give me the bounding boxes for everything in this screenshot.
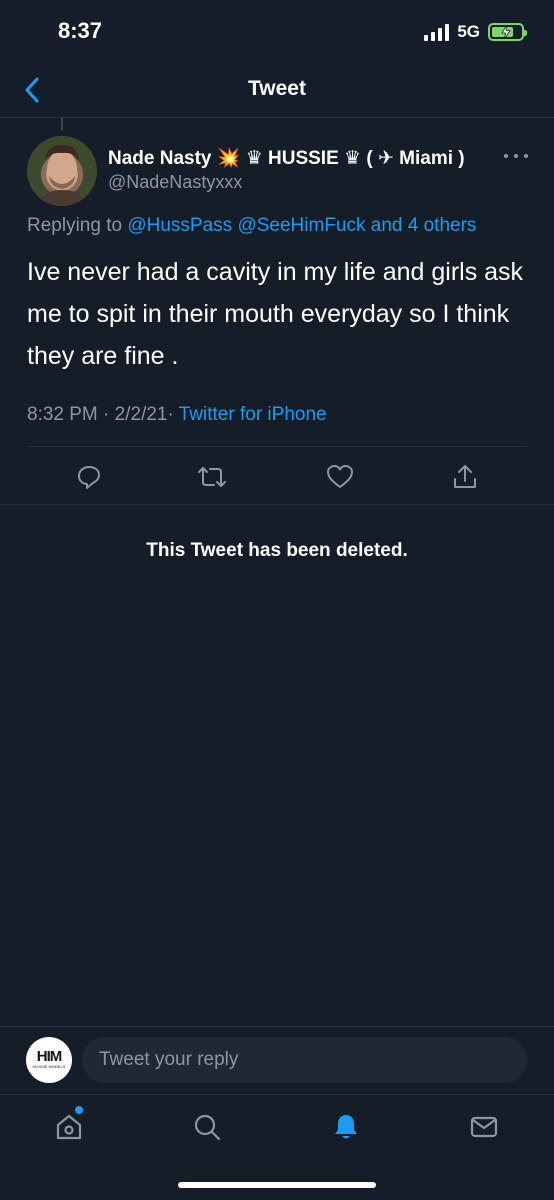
retweet-icon bbox=[198, 467, 226, 487]
author-avatar[interactable] bbox=[27, 136, 97, 206]
tweet: Nade Nasty 💥 ♛ HUSSIE ♛ ( ✈ Miami ) @Nad… bbox=[0, 118, 554, 505]
home-icon bbox=[56, 1114, 82, 1140]
tweet-date: 2/2/21 bbox=[114, 404, 168, 425]
status-time: 8:37 bbox=[58, 18, 103, 43]
home-notification-dot bbox=[75, 1106, 83, 1114]
bell-icon bbox=[335, 1115, 357, 1139]
share-button[interactable] bbox=[449, 461, 481, 493]
status-indicators: 5G bbox=[424, 20, 527, 44]
signal-icon bbox=[424, 23, 450, 41]
divider bbox=[27, 446, 527, 447]
reply-icon bbox=[78, 466, 100, 489]
retweet-button[interactable] bbox=[196, 461, 228, 493]
reply-button[interactable] bbox=[73, 461, 105, 493]
author-handle[interactable]: @NadeNastyxxx bbox=[108, 172, 242, 193]
nav-bar: Tweet bbox=[0, 62, 554, 118]
tweet-meta: 8:32 PM · 2/2/21· Twitter for iPhone bbox=[27, 404, 327, 425]
status-bar: 8:37 5G bbox=[0, 0, 554, 62]
mail-icon bbox=[470, 1116, 498, 1138]
meta-separator: · bbox=[103, 404, 110, 425]
replying-prefix: Replying to bbox=[27, 215, 123, 236]
replying-user-husspass[interactable]: @HussPass bbox=[127, 215, 232, 236]
avatar-logo-sub: HUSSIE MODELS bbox=[32, 1064, 66, 1069]
replying-others-link[interactable]: and 4 others bbox=[371, 215, 477, 236]
battery-icon bbox=[488, 23, 527, 41]
home-indicator bbox=[178, 1182, 376, 1188]
heart-icon bbox=[327, 465, 353, 488]
replying-user-seehimfuck[interactable]: @SeeHimFuck bbox=[237, 215, 365, 236]
avatar-logo: HIM bbox=[36, 1048, 62, 1065]
share-icon bbox=[454, 465, 476, 488]
tweet-source[interactable]: Twitter for iPhone bbox=[179, 404, 327, 425]
tab-search[interactable] bbox=[189, 1109, 225, 1145]
tab-notifications[interactable] bbox=[328, 1109, 364, 1145]
thread-line bbox=[61, 118, 63, 130]
tab-home[interactable] bbox=[51, 1109, 87, 1145]
reply-bar: HIM HUSSIE MODELS bbox=[0, 1026, 554, 1094]
tweet-text: Ive never had a cavity in my life and gi… bbox=[27, 258, 524, 370]
replying-to: Replying to @HussPass @SeeHimFuck and 4 … bbox=[27, 215, 476, 237]
deleted-tweet-notice: This Tweet has been deleted. bbox=[146, 540, 408, 561]
tab-messages[interactable] bbox=[466, 1109, 502, 1145]
tweet-time: 8:32 PM bbox=[27, 404, 98, 425]
author-name[interactable]: Nade Nasty 💥 ♛ HUSSIE ♛ ( ✈ Miami ) bbox=[108, 146, 465, 170]
like-button[interactable] bbox=[324, 461, 356, 493]
more-horizontal-icon bbox=[504, 154, 508, 158]
page-title: Tweet bbox=[248, 77, 306, 100]
more-options-button[interactable] bbox=[504, 146, 528, 166]
network-label: 5G bbox=[457, 22, 480, 41]
reply-input[interactable] bbox=[82, 1037, 527, 1083]
search-icon bbox=[194, 1114, 221, 1141]
my-avatar[interactable]: HIM HUSSIE MODELS bbox=[26, 1037, 72, 1083]
